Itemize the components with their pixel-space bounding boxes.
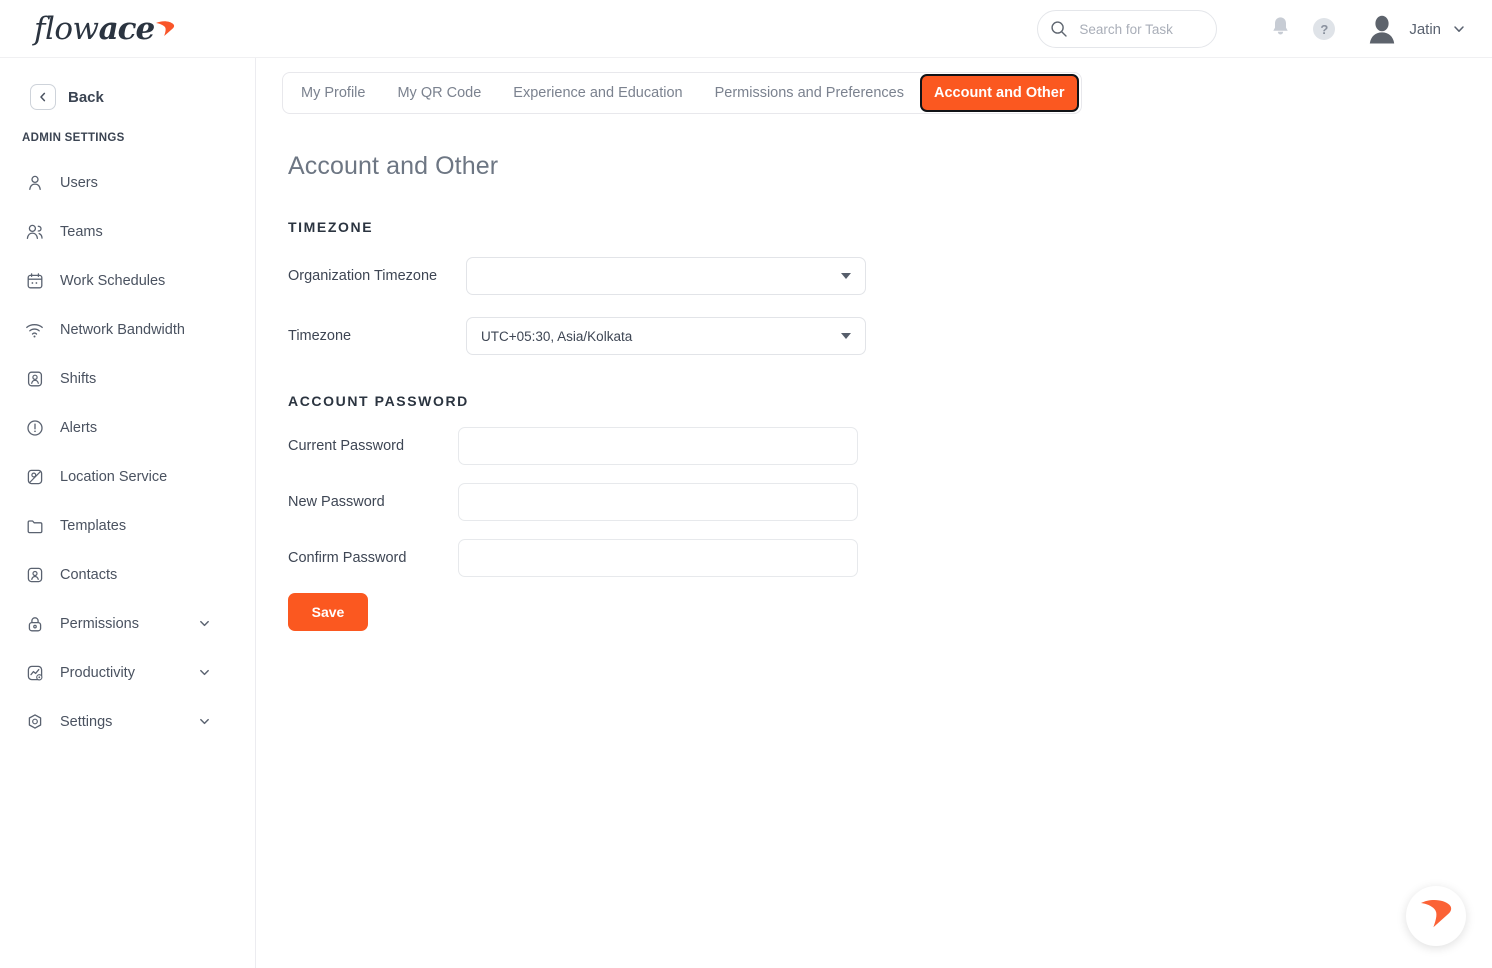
- timezone-row: Timezone UTC+05:30, Asia/Kolkata: [288, 317, 1492, 355]
- lock-icon: [25, 614, 44, 633]
- sidebar-item-users[interactable]: Users: [0, 158, 255, 207]
- app-header: flowace ?: [0, 0, 1492, 58]
- timezone-value: UTC+05:30, Asia/Kolkata: [481, 328, 633, 344]
- sidebar-item-label: Templates: [60, 517, 127, 534]
- tab-account-and-other[interactable]: Account and Other: [919, 74, 1079, 112]
- caret-down-icon: [841, 333, 851, 339]
- sidebar-item-shifts[interactable]: Shifts: [0, 354, 255, 403]
- back-button[interactable]: Back: [30, 84, 255, 110]
- save-button[interactable]: Save: [288, 593, 368, 631]
- contact-card-icon: [25, 565, 44, 584]
- chevron-left-icon: [30, 84, 56, 110]
- sidebar-item-label: Work Schedules: [60, 272, 166, 289]
- sidebar-item-label: Teams: [60, 223, 103, 240]
- bell-icon: [1271, 16, 1290, 42]
- sidebar-item-alerts[interactable]: Alerts: [0, 403, 255, 452]
- organization-timezone-select[interactable]: [466, 257, 866, 295]
- help-button[interactable]: ?: [1311, 16, 1337, 42]
- chevron-down-icon[interactable]: [198, 715, 211, 728]
- users-group-icon: [25, 222, 44, 241]
- tab-permissions-and-preferences[interactable]: Permissions and Preferences: [699, 74, 920, 112]
- confirm-password-input[interactable]: [458, 539, 858, 577]
- sidebar-item-label: Productivity: [60, 664, 135, 681]
- current-password-row: Current Password: [288, 427, 1492, 465]
- logo-text-flow: flow: [34, 10, 99, 47]
- header-right-cluster: ? Jatin: [1037, 0, 1492, 58]
- badge-user-icon: [25, 369, 44, 388]
- search-icon: [1050, 20, 1068, 38]
- confirm-password-label: Confirm Password: [288, 550, 407, 566]
- new-password-row: New Password: [288, 483, 1492, 521]
- chat-widget-button[interactable]: [1406, 886, 1466, 946]
- profile-tabbar: My Profile My QR Code Experience and Edu…: [282, 72, 1082, 114]
- admin-sidebar: Back ADMIN SETTINGS Users Teams Work Sch…: [0, 58, 256, 968]
- back-label: Back: [68, 88, 104, 106]
- sidebar-item-label: Shifts: [60, 370, 97, 387]
- confirm-password-row: Confirm Password: [288, 539, 1492, 577]
- folder-icon: [25, 516, 44, 535]
- sidebar-item-teams[interactable]: Teams: [0, 207, 255, 256]
- sidebar-item-productivity[interactable]: Productivity: [0, 648, 255, 697]
- sidebar-item-contacts[interactable]: Contacts: [0, 550, 255, 599]
- sidebar-item-label: Network Bandwidth: [60, 321, 185, 338]
- current-password-label: Current Password: [288, 438, 405, 454]
- user-icon: [25, 173, 44, 192]
- current-password-input[interactable]: [458, 427, 858, 465]
- sidebar-item-label: Alerts: [60, 419, 98, 436]
- alert-circle-icon: [25, 418, 44, 437]
- sidebar-item-label: Contacts: [60, 566, 118, 583]
- sidebar-item-network-bandwidth[interactable]: Network Bandwidth: [0, 305, 255, 354]
- flowace-swoosh-icon: [1419, 896, 1453, 937]
- sidebar-item-label: Users: [60, 174, 98, 191]
- timezone-section-heading: TIMEZONE: [288, 219, 374, 235]
- notifications-button[interactable]: [1267, 16, 1293, 42]
- chevron-down-icon[interactable]: [198, 666, 211, 679]
- logo-text-ace: ace: [98, 10, 156, 47]
- tab-experience-and-education[interactable]: Experience and Education: [497, 74, 698, 112]
- sidebar-item-permissions[interactable]: Permissions: [0, 599, 255, 648]
- search-input[interactable]: [1077, 20, 1203, 38]
- new-password-label: New Password: [288, 494, 385, 510]
- flowace-swoosh-icon: [155, 13, 175, 36]
- tab-my-profile[interactable]: My Profile: [285, 74, 381, 112]
- sidebar-item-label: Location Service: [60, 468, 168, 485]
- user-name-label: Jatin: [1409, 20, 1441, 38]
- map-pin-icon: [25, 467, 44, 486]
- main-content: My Profile My QR Code Experience and Edu…: [256, 58, 1492, 968]
- organization-timezone-label: Organization Timezone: [288, 268, 438, 284]
- chevron-down-icon[interactable]: [198, 617, 211, 630]
- new-password-input[interactable]: [458, 483, 858, 521]
- timezone-select[interactable]: UTC+05:30, Asia/Kolkata: [466, 317, 866, 355]
- caret-down-icon: [841, 273, 851, 279]
- page-title: Account and Other: [288, 152, 499, 180]
- tab-my-qr-code[interactable]: My QR Code: [381, 74, 497, 112]
- sidebar-item-settings[interactable]: Settings: [0, 697, 255, 746]
- account-password-section-heading: ACCOUNT PASSWORD: [288, 393, 469, 409]
- gear-hex-icon: [25, 712, 44, 731]
- search-box[interactable]: [1037, 10, 1218, 48]
- chevron-down-icon[interactable]: [1452, 22, 1466, 36]
- user-avatar-icon[interactable]: [1365, 12, 1399, 46]
- question-mark-icon: ?: [1313, 18, 1336, 40]
- sidebar-item-templates[interactable]: Templates: [0, 501, 255, 550]
- organization-timezone-row: Organization Timezone: [288, 257, 1492, 295]
- sidebar-item-location-service[interactable]: Location Service: [0, 452, 255, 501]
- calendar-icon: [25, 271, 44, 290]
- chart-star-icon: [25, 663, 44, 682]
- wifi-icon: [25, 320, 44, 339]
- sidebar-item-label: Settings: [60, 713, 113, 730]
- app-logo[interactable]: flow ace: [34, 11, 175, 47]
- timezone-label: Timezone: [288, 328, 352, 344]
- sidebar-item-work-schedules[interactable]: Work Schedules: [0, 256, 255, 305]
- sidebar-item-label: Permissions: [60, 615, 139, 632]
- sidebar-section-caption: ADMIN SETTINGS: [22, 132, 125, 144]
